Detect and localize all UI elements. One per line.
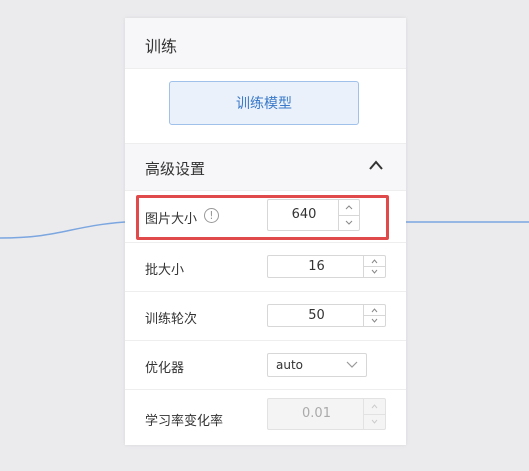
epochs-value[interactable]: 50 xyxy=(268,305,365,326)
optimizer-label: 优化器 xyxy=(145,361,185,376)
decrement-button[interactable] xyxy=(364,316,385,326)
stepper-arrows xyxy=(363,399,385,429)
increment-button xyxy=(364,399,385,415)
batch-size-value[interactable]: 16 xyxy=(268,256,365,277)
lr-change-stepper: 0.01 xyxy=(267,398,386,430)
optimizer-row: 优化器 auto xyxy=(125,341,406,390)
stepper-arrows xyxy=(363,305,385,326)
stepper-arrows xyxy=(363,256,385,277)
epochs-label: 训练轮次 xyxy=(145,312,198,327)
advanced-settings-header[interactable]: 高级设置 xyxy=(125,143,406,191)
chevron-down-icon xyxy=(346,361,358,369)
decrement-button[interactable] xyxy=(364,267,385,277)
epochs-row: 训练轮次 50 xyxy=(125,292,406,341)
chevron-up-icon[interactable] xyxy=(368,159,384,171)
panel-header: 训练 xyxy=(125,18,406,69)
increment-button[interactable] xyxy=(364,256,385,267)
lr-change-value: 0.01 xyxy=(302,406,331,421)
optimizer-value: auto xyxy=(276,358,304,372)
lr-change-row: 学习率变化率 0.01 xyxy=(125,390,406,445)
advanced-settings-title: 高级设置 xyxy=(145,160,206,178)
optimizer-select[interactable]: auto xyxy=(267,353,367,377)
highlight-box xyxy=(136,195,389,240)
batch-size-stepper[interactable]: 16 xyxy=(267,255,386,278)
increment-button[interactable] xyxy=(364,305,385,316)
lr-change-label: 学习率变化率 xyxy=(145,414,224,429)
train-model-button[interactable]: 训练模型 xyxy=(169,81,359,125)
epochs-stepper[interactable]: 50 xyxy=(267,304,386,327)
batch-size-row: 批大小 16 xyxy=(125,243,406,292)
panel-title: 训练 xyxy=(145,37,178,56)
batch-size-label: 批大小 xyxy=(145,263,185,278)
decrement-button xyxy=(364,415,385,429)
